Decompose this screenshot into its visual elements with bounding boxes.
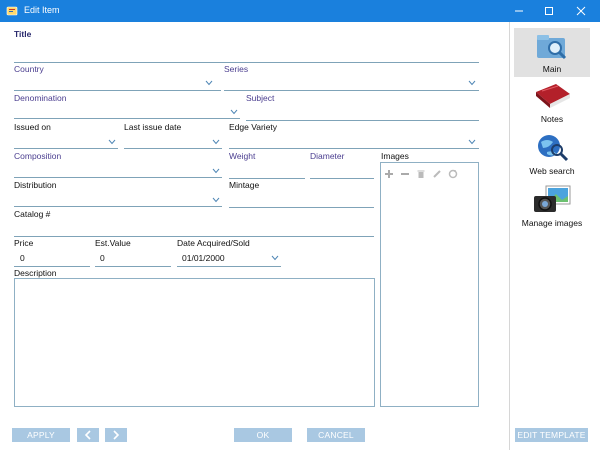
date-acquired-select[interactable] — [177, 266, 281, 267]
distribution-label: Distribution — [14, 180, 57, 190]
plus-icon — [385, 170, 393, 178]
sidebar-item-label: Notes — [540, 114, 564, 124]
est-value-label: Est.Value — [95, 238, 131, 248]
edit-template-button[interactable]: EDIT TEMPLATE — [515, 428, 588, 442]
series-select[interactable] — [224, 90, 479, 91]
weight-input[interactable] — [229, 178, 305, 179]
previous-button[interactable] — [77, 428, 99, 442]
rotate-image-button[interactable] — [448, 169, 458, 179]
distribution-select[interactable] — [14, 206, 222, 207]
issued-on-label: Issued on — [14, 122, 51, 132]
apply-button[interactable]: APPLY — [12, 428, 70, 442]
title-bar: Edit Item — [0, 0, 600, 22]
country-select[interactable] — [14, 90, 221, 91]
issued-on-select[interactable] — [14, 148, 118, 149]
est-value-value: 0 — [100, 253, 105, 263]
trash-icon — [417, 170, 425, 178]
sidebar-item-label: Web search — [529, 166, 575, 176]
mintage-label: Mintage — [229, 180, 260, 190]
date-acquired-label: Date Acquired/Sold — [177, 238, 250, 248]
description-textarea[interactable] — [14, 278, 375, 407]
cancel-button[interactable]: CANCEL — [307, 428, 365, 442]
next-button[interactable] — [105, 428, 127, 442]
composition-select[interactable] — [14, 177, 222, 178]
subject-input[interactable] — [246, 120, 479, 121]
title-input[interactable] — [14, 62, 479, 63]
chevron-down-icon[interactable] — [468, 139, 476, 145]
sidebar-item-web-search[interactable]: Web search — [514, 132, 590, 180]
date-acquired-value: 01/01/2000 — [182, 253, 225, 263]
maximize-button[interactable] — [534, 0, 564, 22]
globe-search-icon — [538, 135, 569, 162]
price-value: 0 — [20, 253, 25, 263]
images-label: Images — [381, 151, 409, 161]
composition-label: Composition — [14, 151, 62, 161]
close-button[interactable] — [566, 0, 596, 22]
images-list[interactable] — [380, 162, 479, 407]
subject-label: Subject — [246, 93, 275, 103]
title-label: Title — [14, 29, 32, 39]
catalog-label: Catalog # — [14, 209, 51, 219]
weight-label: Weight — [229, 151, 256, 161]
catalog-input[interactable] — [14, 236, 374, 237]
edit-image-button[interactable] — [432, 169, 442, 179]
chevron-down-icon[interactable] — [108, 139, 116, 145]
denomination-label: Denomination — [14, 93, 67, 103]
est-value-input[interactable] — [95, 266, 171, 267]
chevron-down-icon[interactable] — [468, 80, 476, 86]
sidebar-item-notes[interactable]: Notes — [514, 80, 590, 128]
edit-item-window: Edit Item Title Country Series Denominat… — [0, 0, 600, 450]
add-image-button[interactable] — [384, 169, 394, 179]
camera-icon — [534, 185, 571, 212]
edge-variety-label: Edge Variety — [229, 122, 278, 132]
last-issue-date-select[interactable] — [124, 148, 222, 149]
form-area: Title Country Series Denomination Subjec… — [0, 22, 600, 450]
remove-image-button[interactable] — [400, 169, 410, 179]
chevron-down-icon[interactable] — [212, 168, 220, 174]
pencil-icon — [433, 170, 441, 178]
mintage-input[interactable] — [229, 207, 374, 208]
chevron-left-icon — [84, 430, 91, 440]
description-label: Description — [14, 268, 57, 278]
ok-button[interactable]: OK — [234, 428, 292, 442]
folder-search-icon — [537, 35, 567, 60]
rotate-icon — [448, 169, 458, 179]
chevron-down-icon[interactable] — [230, 109, 238, 115]
notebook-icon — [536, 84, 570, 108]
sidebar-divider — [509, 22, 510, 450]
sidebar-item-manage-images[interactable]: Manage images — [514, 184, 590, 232]
maximize-icon — [545, 7, 553, 15]
minus-icon — [401, 173, 409, 175]
close-icon — [576, 6, 586, 16]
denomination-select[interactable] — [14, 118, 240, 119]
app-icon — [6, 6, 18, 16]
diameter-input[interactable] — [310, 178, 374, 179]
country-label: Country — [14, 64, 44, 74]
sidebar-item-main[interactable]: Main — [514, 28, 590, 77]
chevron-down-icon[interactable] — [271, 255, 279, 261]
window-title: Edit Item — [24, 5, 60, 15]
chevron-right-icon — [113, 430, 120, 440]
minimize-button[interactable] — [504, 0, 534, 22]
chevron-down-icon[interactable] — [212, 197, 220, 203]
sidebar-item-label: Manage images — [521, 218, 583, 228]
edge-variety-select[interactable] — [229, 148, 479, 149]
price-input[interactable] — [14, 266, 90, 267]
series-label: Series — [224, 64, 249, 74]
sidebar-item-label: Main — [542, 64, 562, 74]
minimize-icon — [515, 10, 523, 12]
price-label: Price — [14, 238, 34, 248]
last-issue-date-label: Last issue date — [124, 122, 182, 132]
chevron-down-icon[interactable] — [205, 80, 213, 86]
delete-image-button[interactable] — [416, 169, 426, 179]
diameter-label: Diameter — [310, 151, 345, 161]
images-toolbar — [384, 167, 458, 181]
chevron-down-icon[interactable] — [212, 139, 220, 145]
